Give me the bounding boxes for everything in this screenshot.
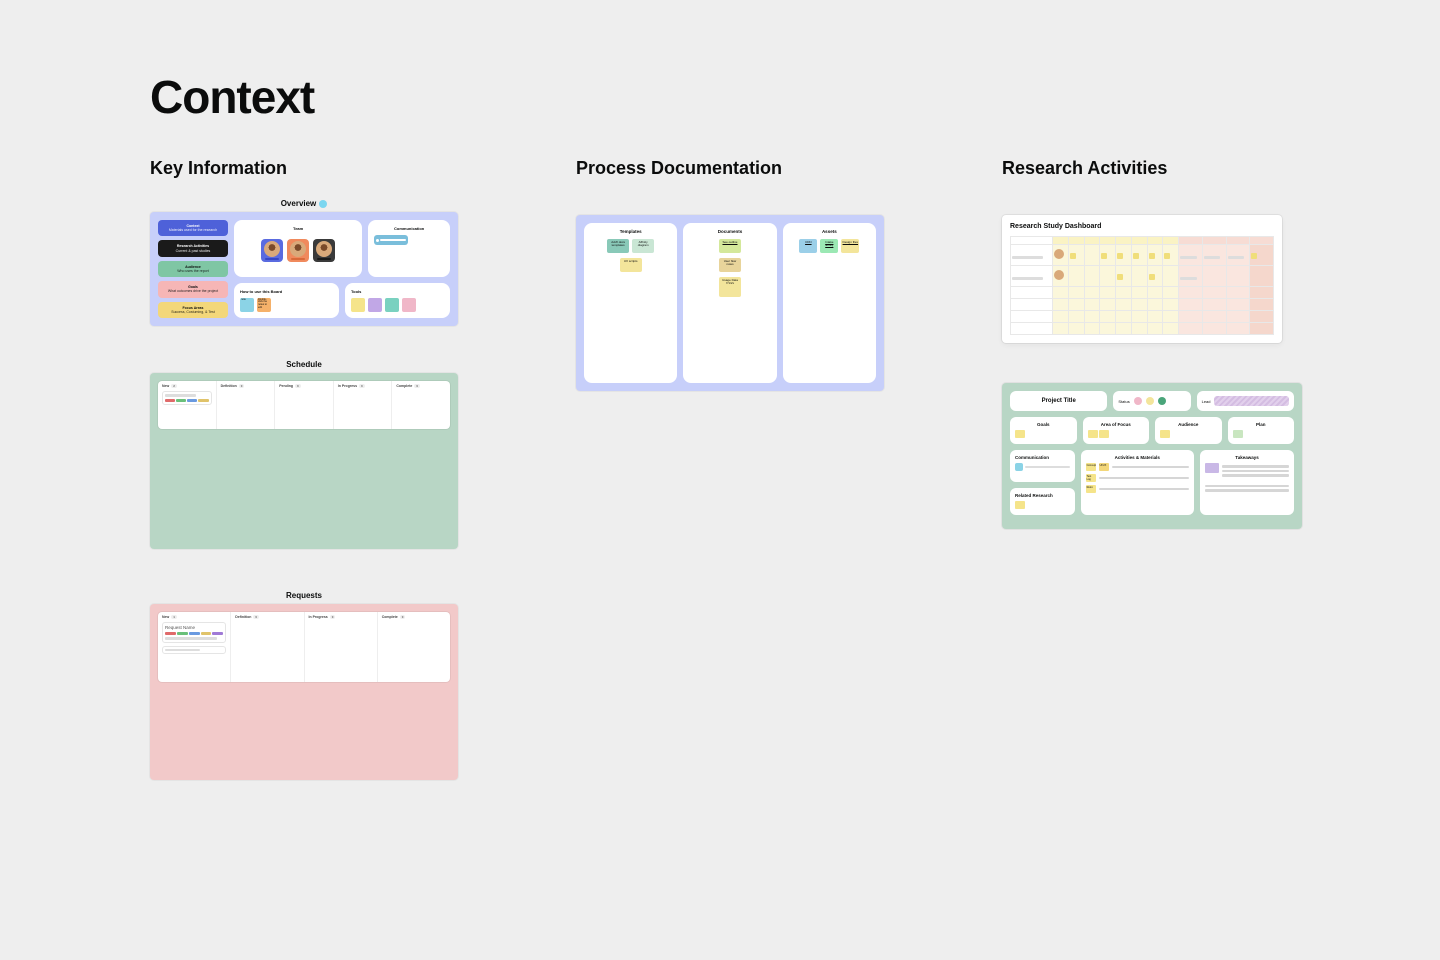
dashboard-title: Research Study Dashboard bbox=[1010, 223, 1274, 230]
sticky-note[interactable]: See outline bbox=[719, 239, 741, 253]
process-templates-col[interactable]: Templates Add'l docs templates Affinity … bbox=[584, 223, 677, 383]
frame-title-requests: Requests bbox=[150, 591, 458, 600]
column-research-activities: Research Activities Research Study Dashb… bbox=[1002, 158, 1302, 529]
canvas[interactable]: Context Key Information Overview Context… bbox=[0, 0, 1440, 820]
process-frame[interactable]: Templates Add'l docs templates Affinity … bbox=[576, 215, 884, 391]
sticky-note[interactable] bbox=[351, 298, 365, 312]
sticky-note[interactable] bbox=[1099, 430, 1109, 438]
research-dashboard-frame[interactable]: Research Study Dashboard bbox=[1002, 215, 1282, 343]
sticky-note[interactable] bbox=[368, 298, 382, 312]
requests-board[interactable]: New1 Request Name Definition0 bbox=[158, 612, 450, 682]
sticky-note[interactable] bbox=[1160, 430, 1170, 438]
overview-team-card[interactable]: Team bbox=[234, 220, 362, 277]
avatar-icon bbox=[1054, 270, 1064, 280]
section-heading-research: Research Activities bbox=[1002, 158, 1302, 179]
kanban-col-definition[interactable]: Definition0 bbox=[231, 612, 304, 682]
project-frame[interactable]: Project Title Status Lead Goals Area of … bbox=[1002, 383, 1302, 529]
sticky-note[interactable]: Usage Data 7/1/2x bbox=[719, 277, 741, 297]
sticky-note[interactable]: Test Log bbox=[1086, 474, 1096, 482]
schedule-frame[interactable]: New2 Definition0 Pending0 bbox=[150, 373, 458, 549]
column-process-documentation: Process Documentation Templates Add'l do… bbox=[576, 158, 884, 391]
schedule-group: Schedule New2 Definition0 bbox=[150, 360, 458, 549]
columns: Key Information Overview Context Materia… bbox=[150, 158, 1290, 780]
nav-goals[interactable]: Goals What outcomes drive the project bbox=[158, 281, 228, 297]
avatar-2[interactable] bbox=[287, 239, 309, 262]
nav-research-activities[interactable]: Research Activities Current & past studi… bbox=[158, 240, 228, 256]
nav-audience[interactable]: Audience Who uses the report bbox=[158, 261, 228, 277]
avatar-3[interactable] bbox=[313, 239, 335, 262]
kanban-col-complete[interactable]: Complete0 bbox=[378, 612, 450, 682]
dashboard-table[interactable] bbox=[1010, 236, 1274, 335]
overview-communication-card[interactable]: Communication bbox=[368, 220, 450, 277]
team-avatars bbox=[240, 239, 356, 262]
avatar-icon bbox=[1054, 249, 1064, 259]
sticky-note[interactable]: Add'l docs templates bbox=[607, 239, 629, 253]
sticky-note[interactable]: Design files bbox=[841, 239, 859, 253]
nav-focus-areas[interactable]: Focus Areas Success, Costuming, & Test bbox=[158, 302, 228, 318]
kanban-card-request[interactable]: Request Name bbox=[162, 622, 226, 643]
comm-pill[interactable] bbox=[374, 235, 408, 245]
global-icon bbox=[319, 200, 327, 208]
overview-howto-card[interactable]: How to use this Board note Double-click … bbox=[234, 283, 339, 318]
project-title: Project Title bbox=[1042, 398, 1076, 404]
sticky-note[interactable] bbox=[1205, 463, 1219, 473]
requests-group: Requests New1 Request Name bbox=[150, 591, 458, 780]
requests-frame[interactable]: New1 Request Name Definition0 bbox=[150, 604, 458, 780]
sticky-note[interactable] bbox=[402, 298, 416, 312]
sticky-note[interactable]: Affinity diagram bbox=[632, 239, 654, 253]
nav-context[interactable]: Context Materials used for the research bbox=[158, 220, 228, 236]
kanban-col-inprogress[interactable]: In Progress0 bbox=[334, 381, 393, 429]
overview-nav: Context Materials used for the research … bbox=[158, 220, 228, 318]
status-dot[interactable] bbox=[1146, 397, 1154, 405]
sticky-note[interactable] bbox=[1015, 501, 1025, 509]
sticky-note[interactable]: Double-click the notes to edit bbox=[257, 298, 271, 312]
kanban-col-new[interactable]: New1 Request Name bbox=[158, 612, 231, 682]
kanban-col-definition[interactable]: Definition0 bbox=[217, 381, 276, 429]
page-title: Context bbox=[150, 70, 1290, 124]
kanban-col-inprogress[interactable]: In Progress0 bbox=[305, 612, 378, 682]
sticky-note[interactable]: UI/UX bbox=[1099, 463, 1109, 471]
process-documents-col[interactable]: Documents See outline User flow notes Us… bbox=[683, 223, 776, 383]
overview-frame[interactable]: Context Materials used for the research … bbox=[150, 212, 458, 326]
comm-chip[interactable] bbox=[1015, 463, 1023, 471]
sticky-note[interactable]: UX scripts bbox=[620, 258, 642, 272]
sticky-note[interactable]: User flow notes bbox=[719, 258, 741, 272]
status-dot[interactable] bbox=[1134, 397, 1142, 405]
sticky-note[interactable] bbox=[1088, 430, 1098, 438]
kanban-col-pending[interactable]: Pending0 bbox=[275, 381, 334, 429]
kanban-col-complete[interactable]: Complete0 bbox=[392, 381, 450, 429]
sticky-note[interactable] bbox=[1015, 430, 1025, 438]
section-heading-process: Process Documentation bbox=[576, 158, 884, 179]
sticky-note[interactable] bbox=[1233, 430, 1243, 438]
status-dot[interactable] bbox=[1158, 397, 1166, 405]
sticky-note[interactable]: Retro bbox=[1086, 485, 1096, 493]
overview-right: Team Communication bbox=[234, 220, 450, 318]
kanban-card[interactable] bbox=[162, 646, 226, 654]
frame-title-overview: Overview bbox=[150, 199, 458, 208]
sticky-note[interactable]: Intake library bbox=[820, 239, 838, 253]
frame-title-schedule: Schedule bbox=[150, 360, 458, 369]
sticky-note[interactable]: CDN bbox=[799, 239, 817, 253]
process-assets-col[interactable]: Assets CDN Intake library Design files bbox=[783, 223, 876, 383]
overview-tools-card[interactable]: Tools bbox=[345, 283, 450, 318]
kanban-col-new[interactable]: New2 bbox=[158, 381, 217, 429]
section-heading-key-info: Key Information bbox=[150, 158, 458, 179]
overview-group: Overview Context Materials used for the … bbox=[150, 199, 458, 326]
lead-placeholder[interactable] bbox=[1214, 396, 1289, 406]
avatar-1[interactable] bbox=[261, 239, 283, 262]
sticky-note[interactable]: note bbox=[240, 298, 254, 312]
kanban-card[interactable] bbox=[162, 391, 212, 405]
sticky-note[interactable] bbox=[385, 298, 399, 312]
column-key-information: Key Information Overview Context Materia… bbox=[150, 158, 458, 780]
sticky-note[interactable]: Concept bbox=[1086, 463, 1096, 471]
schedule-board[interactable]: New2 Definition0 Pending0 bbox=[158, 381, 450, 429]
